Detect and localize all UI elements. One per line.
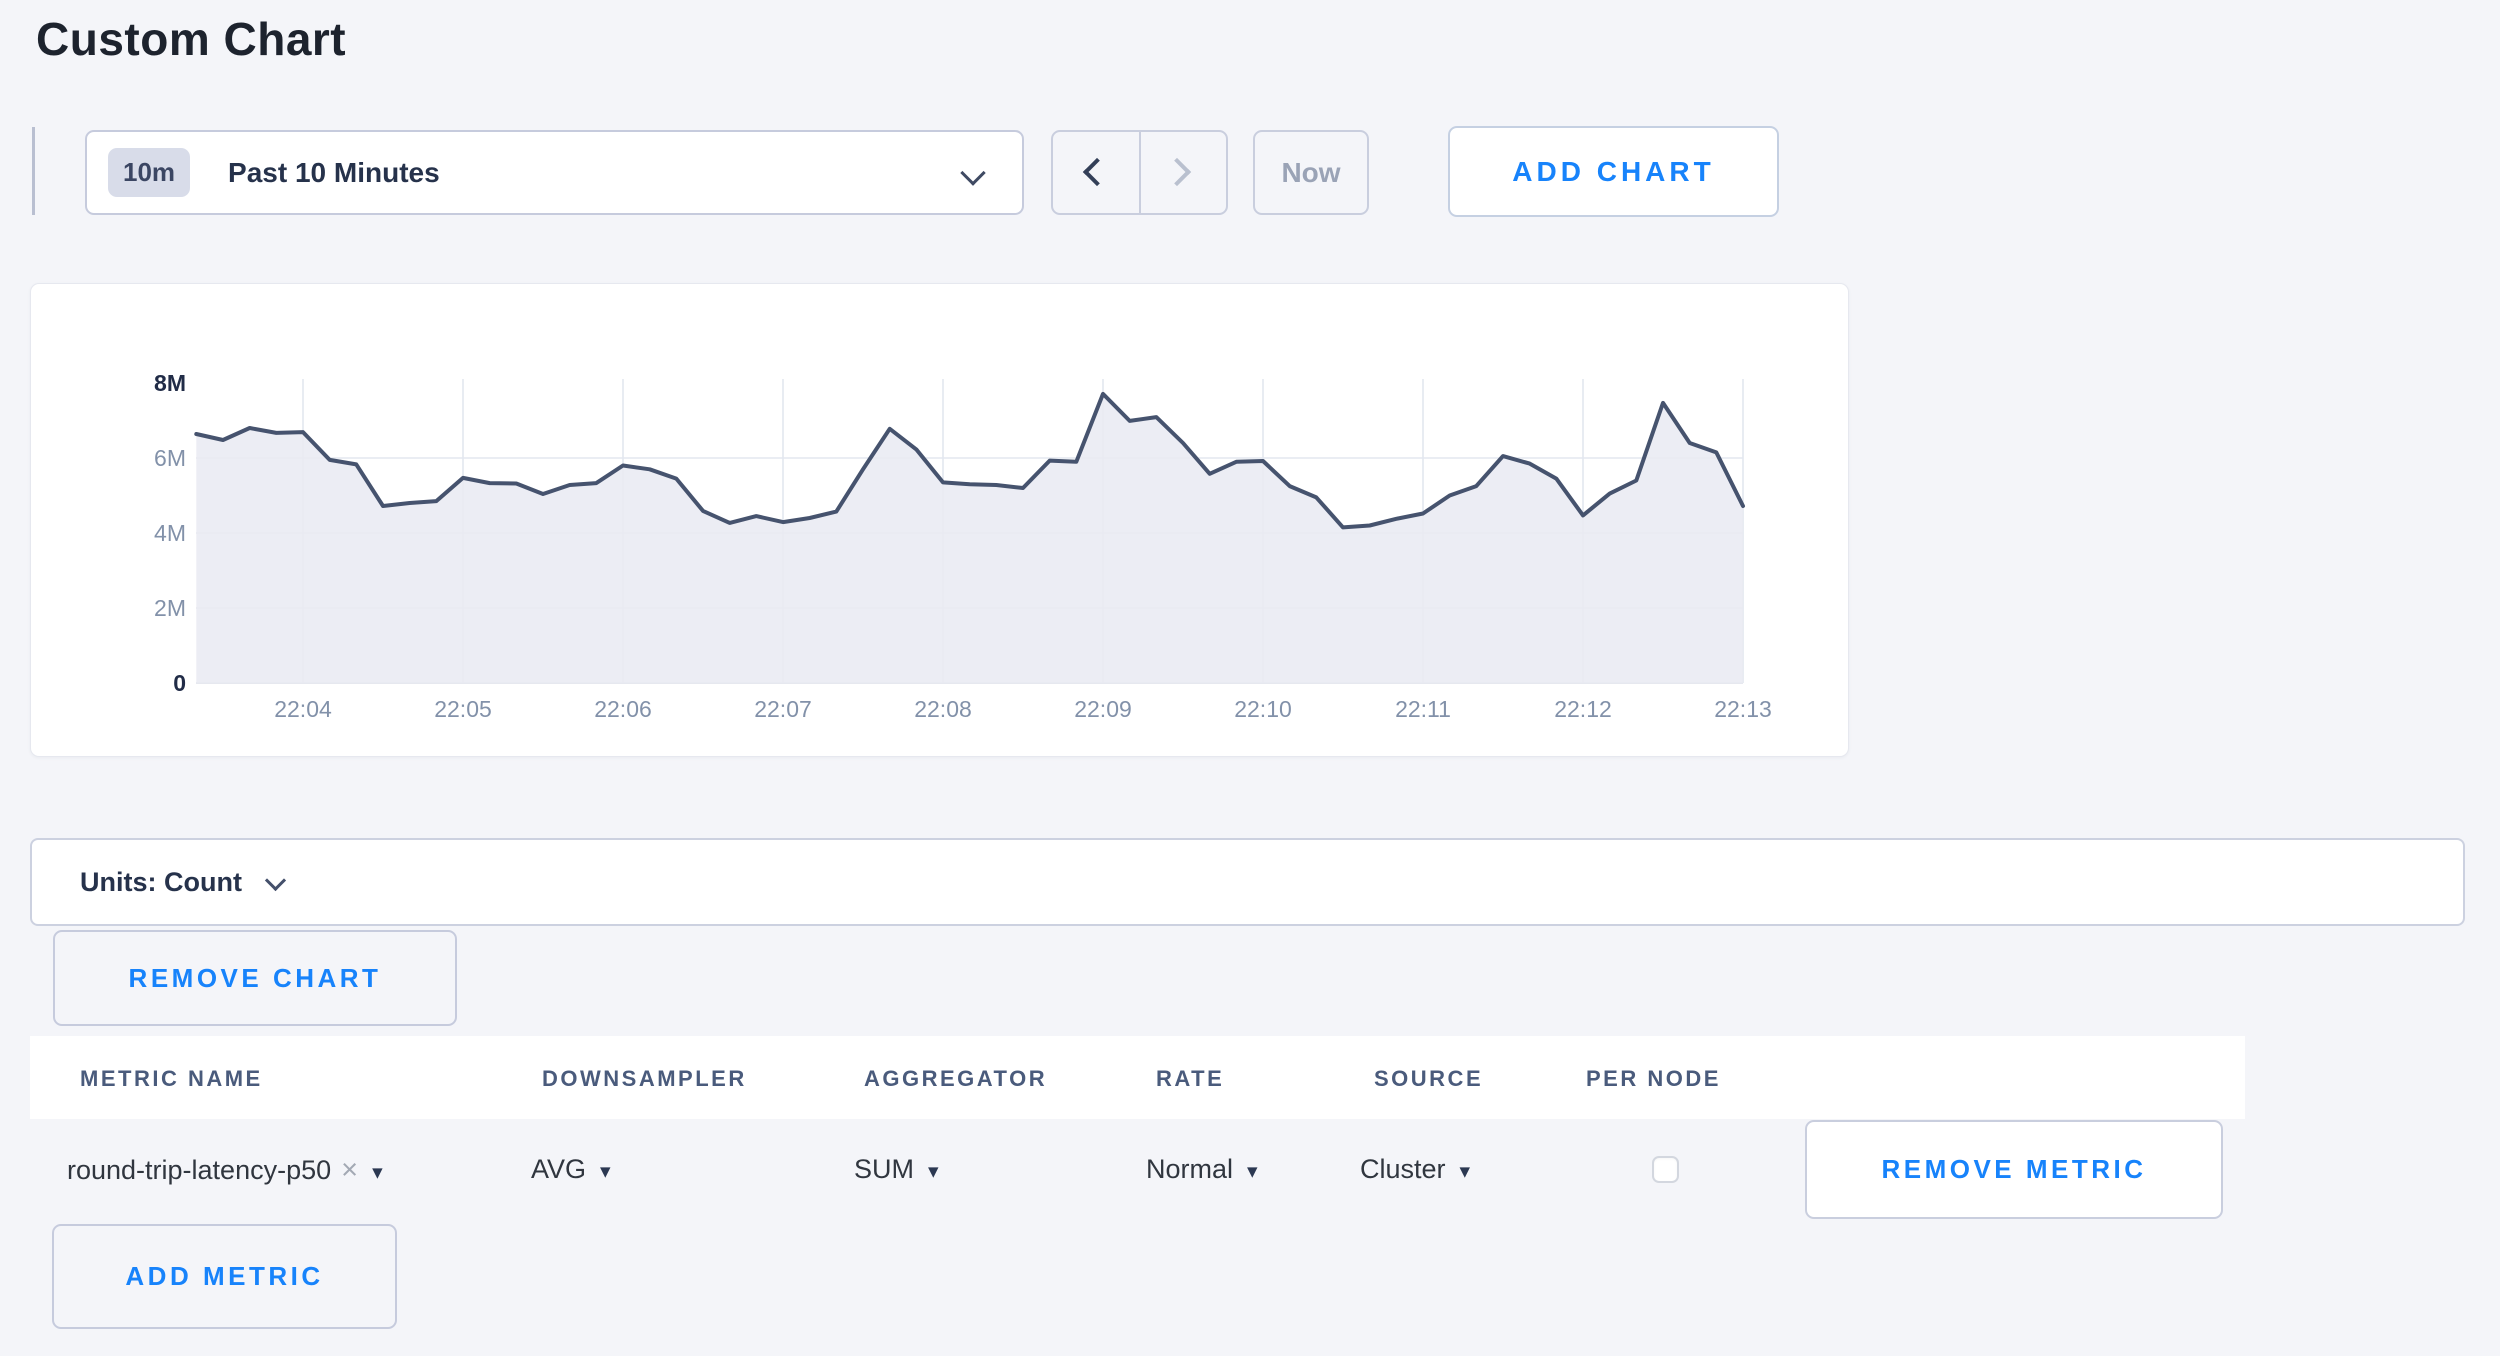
- chevron-down-icon: [265, 869, 286, 890]
- aggregator-value: SUM: [854, 1154, 914, 1184]
- remove-metric-value-icon[interactable]: ×: [341, 1154, 358, 1186]
- rate-select[interactable]: Normal ▾: [1146, 1154, 1258, 1185]
- chevron-left-icon: [1083, 158, 1111, 186]
- x-tick-label: 22:10: [1203, 696, 1323, 723]
- caret-down-icon: ▾: [372, 1161, 383, 1184]
- x-tick-label: 22:13: [1683, 696, 1803, 723]
- downsampler-select[interactable]: AVG ▾: [531, 1154, 611, 1185]
- col-header-downsampler: DOWNSAMPLER: [542, 1066, 747, 1092]
- x-tick-label: 22:08: [883, 696, 1003, 723]
- custom-chart-page: Custom Chart 10m Past 10 Minutes Now ADD…: [0, 0, 2500, 1356]
- next-time-button[interactable]: [1139, 132, 1227, 213]
- aggregator-select[interactable]: SUM ▾: [854, 1154, 939, 1185]
- page-title: Custom Chart: [36, 12, 346, 66]
- x-tick-label: 22:06: [563, 696, 683, 723]
- col-header-per-node: PER NODE: [1586, 1066, 1721, 1092]
- caret-down-icon: ▾: [600, 1160, 611, 1183]
- time-range-dropdown[interactable]: 10m Past 10 Minutes: [85, 130, 1024, 215]
- y-tick-label: 4M: [116, 520, 186, 547]
- col-header-source: SOURCE: [1374, 1066, 1483, 1092]
- col-header-metric-name: METRIC NAME: [80, 1066, 263, 1092]
- per-node-checkbox[interactable]: [1652, 1156, 1679, 1183]
- remove-chart-button[interactable]: REMOVE CHART: [53, 930, 457, 1026]
- source-value: Cluster: [1360, 1154, 1446, 1184]
- source-select[interactable]: Cluster ▾: [1360, 1154, 1470, 1185]
- downsampler-value: AVG: [531, 1154, 586, 1184]
- x-tick-label: 22:04: [243, 696, 363, 723]
- units-label: Units: Count: [80, 867, 242, 898]
- time-range-label: Past 10 Minutes: [228, 157, 440, 189]
- y-tick-label: 8M: [116, 370, 186, 397]
- caret-down-icon: ▾: [1247, 1160, 1258, 1183]
- col-header-aggregator: AGGREGATOR: [864, 1066, 1047, 1092]
- x-tick-label: 22:09: [1043, 696, 1163, 723]
- x-tick-label: 22:11: [1363, 696, 1483, 723]
- add-metric-button[interactable]: ADD METRIC: [52, 1224, 397, 1329]
- chart-card: 0 2M 4M 6M 8M 22:04 22:05 22:06 22:07 22:08 22:09…: [30, 283, 1849, 757]
- chevron-right-icon: [1162, 158, 1190, 186]
- caret-down-icon: ▾: [1460, 1160, 1471, 1183]
- col-header-rate: RATE: [1156, 1066, 1224, 1092]
- y-tick-label: 0: [116, 670, 186, 697]
- y-tick-label: 6M: [116, 445, 186, 472]
- x-tick-label: 22:07: [723, 696, 843, 723]
- metric-name-value: round-trip-latency-p50: [67, 1155, 331, 1185]
- prev-time-button[interactable]: [1053, 132, 1139, 213]
- metric-name-select[interactable]: round-trip-latency-p50 × ▾: [67, 1154, 383, 1187]
- chevron-down-icon: [960, 160, 985, 185]
- x-tick-label: 22:12: [1523, 696, 1643, 723]
- units-dropdown[interactable]: Units: Count: [30, 838, 2465, 926]
- time-range-badge: 10m: [108, 148, 190, 197]
- toolbar-divider: [32, 127, 35, 215]
- now-button[interactable]: Now: [1253, 130, 1369, 215]
- caret-down-icon: ▾: [928, 1160, 939, 1183]
- rate-value: Normal: [1146, 1154, 1233, 1184]
- line-chart[interactable]: [31, 284, 1848, 756]
- y-tick-label: 2M: [116, 595, 186, 622]
- time-step-buttons: [1051, 130, 1228, 215]
- metrics-table-header: [30, 1036, 2245, 1119]
- add-chart-button[interactable]: ADD CHART: [1448, 126, 1779, 217]
- remove-metric-button[interactable]: REMOVE METRIC: [1805, 1120, 2223, 1219]
- x-tick-label: 22:05: [403, 696, 523, 723]
